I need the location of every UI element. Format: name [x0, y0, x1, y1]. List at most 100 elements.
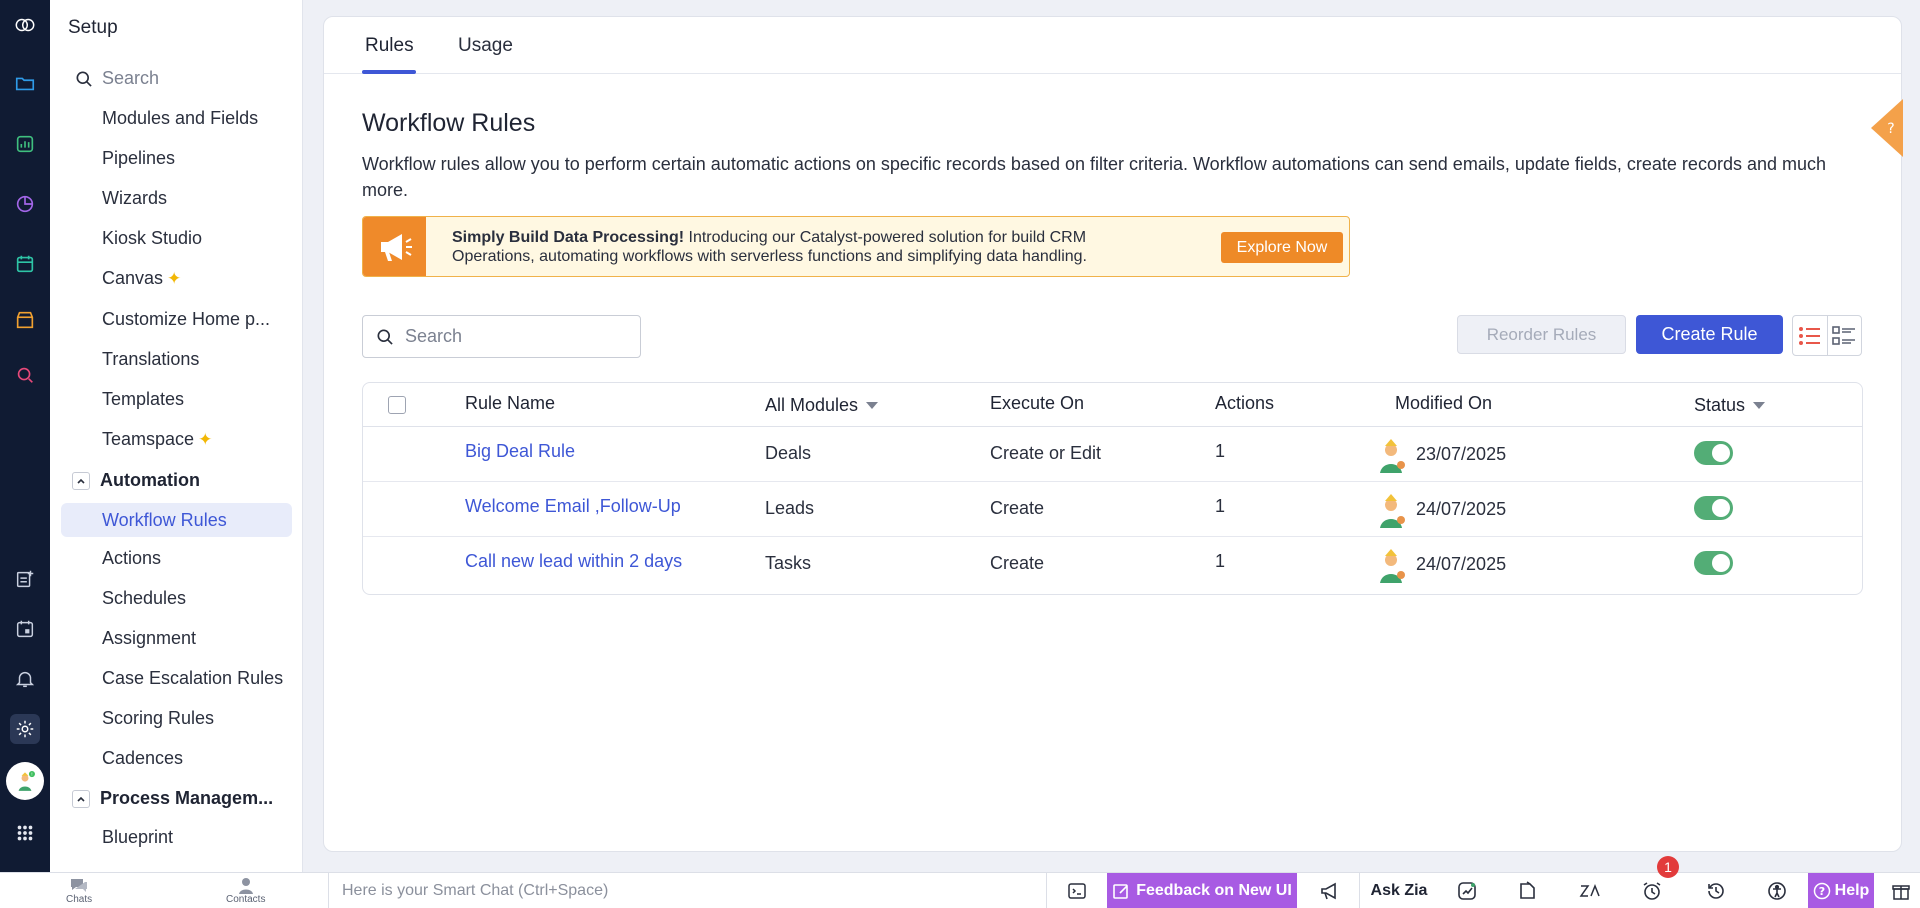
history-icon[interactable]: [1699, 873, 1733, 908]
sidebar-item-blueprint[interactable]: Blueprint: [102, 827, 173, 848]
view-toggle: [1792, 315, 1862, 356]
accessibility-icon[interactable]: [1760, 873, 1794, 908]
status-toggle[interactable]: [1694, 441, 1733, 465]
sidebar-item-canvas[interactable]: Canvas ✦: [102, 268, 181, 289]
sidebar-item-translations[interactable]: Translations: [102, 349, 199, 370]
activities-icon[interactable]: [10, 249, 40, 279]
table-row[interactable]: Big Deal Rule Deals Create or Edit 1 23/…: [363, 427, 1862, 482]
column-actions[interactable]: Actions: [1215, 393, 1274, 414]
sidebar-item-pipelines[interactable]: Pipelines: [102, 148, 175, 169]
ask-zia-button[interactable]: Ask Zia: [1369, 873, 1429, 908]
explore-now-button[interactable]: Explore Now: [1221, 232, 1343, 263]
column-execute-on[interactable]: Execute On: [990, 393, 1084, 414]
rule-actions-count: 1: [1215, 551, 1226, 571]
alarm-clock-icon[interactable]: [1635, 873, 1669, 908]
rule-name-link[interactable]: Big Deal Rule: [465, 441, 575, 462]
sidebar-item-teamspace[interactable]: Teamspace ✦: [102, 429, 212, 450]
status-toggle[interactable]: [1694, 496, 1733, 520]
apps-grid-icon[interactable]: [10, 818, 40, 848]
sidebar-item-actions[interactable]: Actions: [102, 548, 161, 569]
table-row[interactable]: Welcome Email ,Follow-Up Leads Create 1 …: [363, 482, 1862, 537]
notification-badge: 1: [1657, 856, 1679, 878]
create-rule-button[interactable]: Create Rule: [1636, 315, 1783, 354]
column-all-modules[interactable]: All Modules: [765, 395, 879, 416]
sidebar-item-modules-and-fields[interactable]: Modules and Fields: [102, 108, 258, 129]
setup-search-placeholder: Search: [102, 68, 160, 88]
new-note-icon[interactable]: [10, 564, 40, 594]
status-toggle[interactable]: [1694, 551, 1733, 575]
sidebar-item-kiosk-studio[interactable]: Kiosk Studio: [102, 228, 202, 249]
smart-chat-input[interactable]: Here is your Smart Chat (Ctrl+Space): [342, 882, 608, 900]
sidebar-item-wizards[interactable]: Wizards: [102, 188, 167, 209]
sidebar-item-workflow-rules[interactable]: Workflow Rules: [61, 503, 292, 537]
reorder-rules-button[interactable]: Reorder Rules: [1457, 315, 1626, 354]
sidebar-item-customize-home[interactable]: Customize Home p...: [102, 309, 270, 330]
rules-search-input[interactable]: Search: [362, 315, 641, 358]
question-icon: ?: [1813, 882, 1830, 900]
rule-actions-count: 1: [1215, 496, 1226, 516]
select-all-checkbox[interactable]: [388, 396, 406, 414]
chevron-up-icon: [72, 789, 90, 808]
sidebar-item-schedules[interactable]: Schedules: [102, 588, 186, 609]
dropdown-arrow-icon: [1753, 402, 1766, 409]
sidebar-item-case-escalation-rules[interactable]: Case Escalation Rules: [102, 668, 283, 689]
sidebar-group-automation[interactable]: Automation: [72, 470, 200, 491]
column-label: All Modules: [765, 395, 859, 415]
column-rule-name[interactable]: Rule Name: [465, 393, 555, 414]
tab-usage[interactable]: Usage: [458, 35, 513, 57]
zoho-logo-icon[interactable]: [10, 10, 40, 40]
chat-icon: [71, 879, 88, 892]
sidebar-item-cadences[interactable]: Cadences: [102, 748, 183, 769]
sidebar-group-process-management[interactable]: Process Managem...: [72, 788, 273, 809]
sidebar-group-label: Automation: [100, 470, 200, 490]
main-panel: Rules Usage Workflow Rules Workflow rule…: [323, 16, 1903, 852]
rule-modified-date: 24/07/2025: [1416, 554, 1507, 574]
setup-search[interactable]: Search: [74, 68, 159, 89]
marketplace-icon[interactable]: [10, 305, 40, 335]
ask-zia-label: Ask Zia: [1370, 882, 1428, 899]
detail-view-icon[interactable]: [1826, 316, 1862, 355]
user-avatar[interactable]: !: [6, 762, 44, 800]
search-icon: [377, 329, 393, 345]
notifications-icon[interactable]: [10, 664, 40, 694]
svg-text:?: ?: [1887, 121, 1894, 137]
rule-module: Deals: [765, 443, 812, 463]
contacts-button[interactable]: Contacts: [226, 876, 265, 905]
sidebar-item-templates[interactable]: Templates: [102, 389, 184, 410]
help-button[interactable]: ? Help: [1808, 873, 1874, 908]
feedback-label: Feedback on New UI: [1136, 882, 1292, 899]
announcement-icon[interactable]: [1313, 873, 1347, 908]
rule-execute-on: Create: [990, 498, 1045, 518]
sidebar-item-assignment[interactable]: Assignment: [102, 628, 196, 649]
rule-name-link[interactable]: Welcome Email ,Follow-Up: [465, 496, 681, 517]
table-row[interactable]: Call new lead within 2 days Tasks Create…: [363, 537, 1862, 592]
settings-gear-icon[interactable]: [10, 714, 40, 744]
sidebar-item-label: Canvas: [102, 268, 164, 288]
chats-button[interactable]: Chats: [66, 876, 92, 905]
gift-icon[interactable]: [1884, 873, 1918, 908]
help-label: Help: [1834, 882, 1870, 899]
sidebar-item-scoring-rules[interactable]: Scoring Rules: [102, 708, 214, 729]
svg-text:?: ?: [1818, 885, 1824, 898]
help-tab-icon[interactable]: ?: [1869, 99, 1903, 157]
console-icon[interactable]: [1060, 873, 1094, 908]
divider: [1359, 873, 1360, 908]
notes-icon[interactable]: [1510, 873, 1544, 908]
rule-actions-count: 1: [1215, 441, 1226, 461]
page-title: Workflow Rules: [362, 109, 536, 137]
reports-icon[interactable]: [10, 129, 40, 159]
tab-rules[interactable]: Rules: [365, 35, 414, 57]
folder-icon[interactable]: [10, 68, 40, 98]
column-status[interactable]: Status: [1694, 395, 1766, 416]
column-modified-on[interactable]: Modified On: [1395, 393, 1492, 414]
rule-name-link[interactable]: Call new lead within 2 days: [465, 551, 682, 572]
signals-icon[interactable]: [1450, 873, 1484, 908]
column-label: Status: [1694, 395, 1746, 415]
analytics-icon[interactable]: [10, 189, 40, 219]
promo-banner: Simply Build Data Processing! Introducin…: [362, 216, 1350, 277]
zia-icon[interactable]: [1573, 873, 1607, 908]
feedback-button[interactable]: Feedback on New UI: [1107, 873, 1297, 908]
list-view-icon[interactable]: [1793, 316, 1827, 355]
calendar-icon[interactable]: [10, 614, 40, 644]
search-records-icon[interactable]: [10, 360, 40, 390]
